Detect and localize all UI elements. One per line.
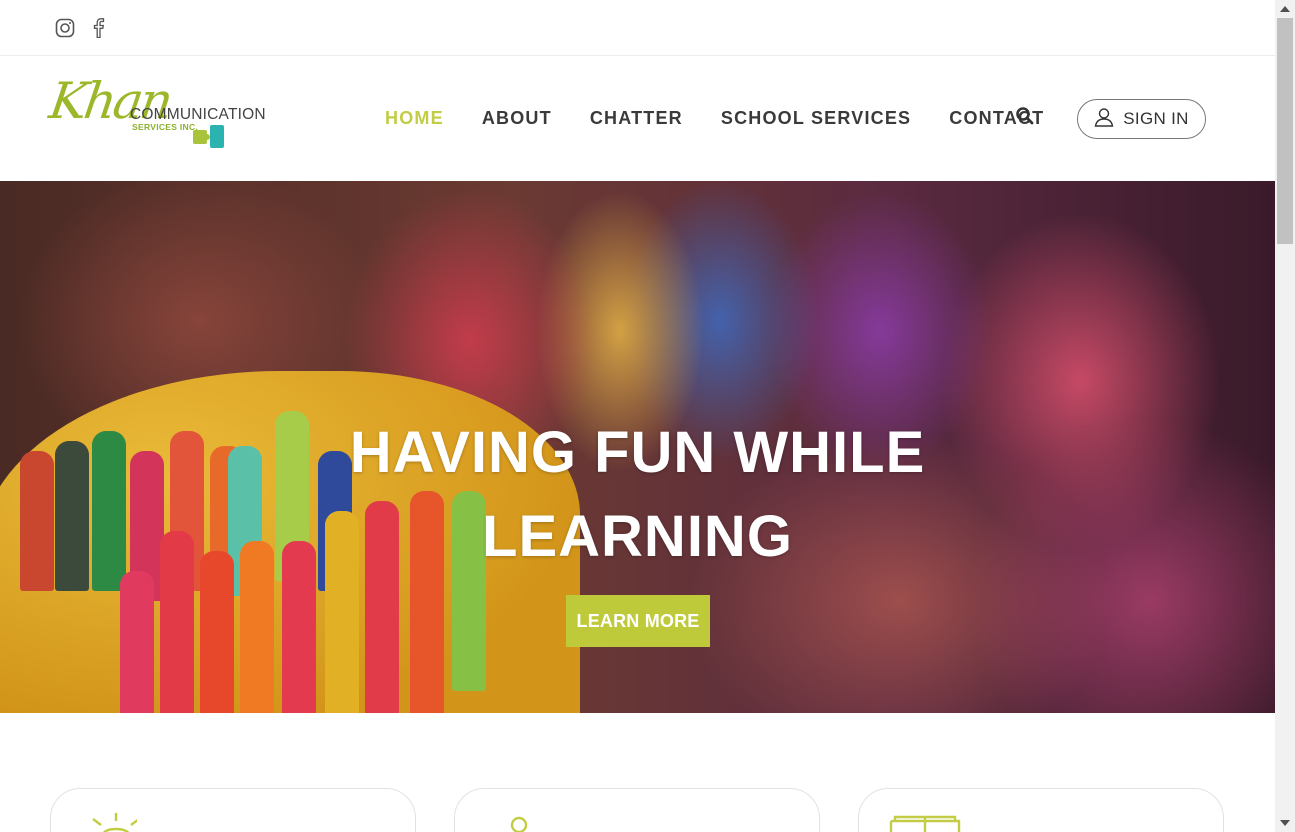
puzzle-icon — [192, 124, 228, 155]
feature-cards — [50, 788, 1224, 832]
feature-card[interactable] — [50, 788, 416, 832]
hero-title-line1: HAVING FUN WHILE — [349, 420, 926, 485]
logo[interactable]: Khan COMMUNICATION SERVICES INC. — [46, 72, 266, 155]
hero-title: HAVING FUN WHILE LEARNING — [0, 411, 1275, 579]
lightbulb-icon — [81, 811, 140, 832]
nav-item-about[interactable]: ABOUT — [482, 108, 552, 129]
page-scrollbar[interactable] — [1275, 0, 1295, 832]
user-icon — [1094, 107, 1114, 132]
social-bar — [0, 0, 1275, 56]
feature-card[interactable] — [454, 788, 820, 832]
nav-item-chatter[interactable]: CHATTER — [590, 108, 683, 129]
scroll-down-icon[interactable] — [1280, 820, 1290, 826]
nav-item-home[interactable]: HOME — [385, 108, 444, 129]
hero-title-line2: LEARNING — [482, 504, 793, 569]
learn-more-button[interactable]: LEARN MORE — [566, 595, 710, 647]
sign-in-label: SIGN IN — [1123, 109, 1189, 128]
instagram-icon[interactable] — [54, 17, 76, 39]
scrollbar-thumb[interactable] — [1277, 18, 1293, 244]
facebook-icon[interactable] — [88, 17, 110, 39]
book-icon — [889, 811, 965, 832]
sign-in-button[interactable]: SIGN IN — [1077, 99, 1206, 139]
person-icon — [485, 811, 541, 832]
page: Khan COMMUNICATION SERVICES INC. HOME AB… — [0, 0, 1275, 832]
scroll-up-icon[interactable] — [1280, 6, 1290, 12]
main-nav: HOME ABOUT CHATTER SCHOOL SERVICES CONTA… — [385, 56, 1082, 181]
logo-services-text: SERVICES INC. — [132, 122, 199, 132]
hero-banner: HAVING FUN WHILE LEARNING LEARN MORE — [0, 181, 1275, 713]
site-header: Khan COMMUNICATION SERVICES INC. HOME AB… — [0, 56, 1275, 181]
feature-card[interactable] — [858, 788, 1224, 832]
search-icon[interactable] — [1015, 106, 1037, 128]
nav-item-school-services[interactable]: SCHOOL SERVICES — [721, 108, 911, 129]
